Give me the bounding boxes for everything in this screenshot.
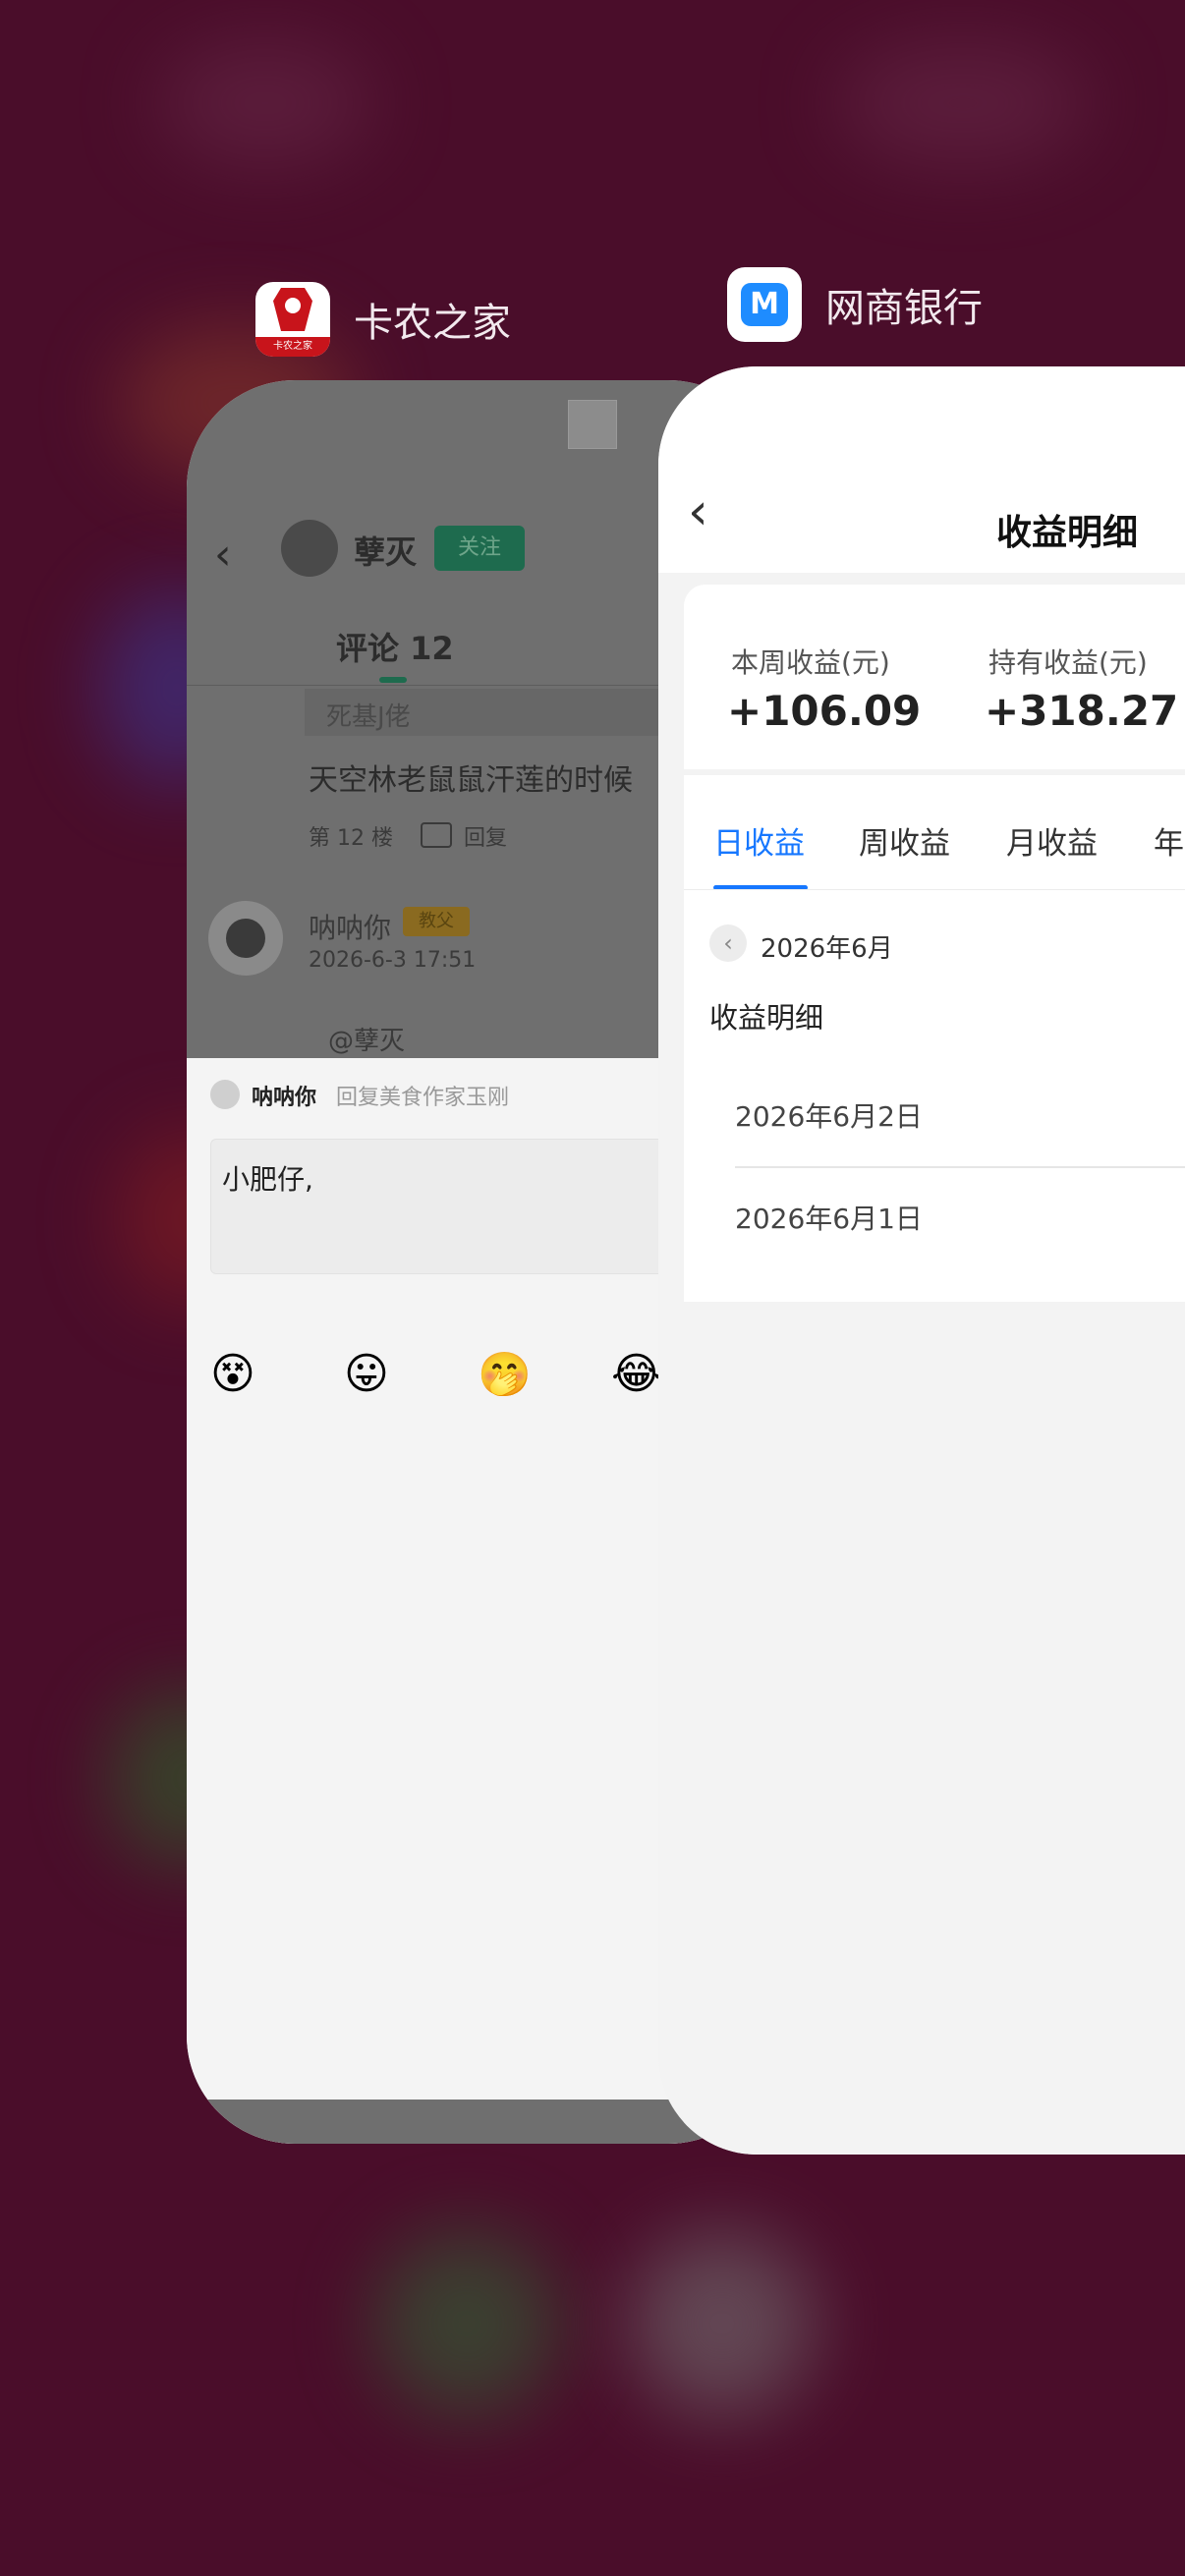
tab-yearly[interactable]: 年 <box>1154 818 1184 863</box>
app-header-kanong[interactable]: 卡农之家 卡农之家 <box>255 282 511 357</box>
reply-input-value: 小肥仔, <box>222 1163 313 1196</box>
empty-area <box>684 1302 1185 2155</box>
kanong-app-icon[interactable]: 卡农之家 <box>255 282 330 357</box>
page-title: 收益明细 <box>996 513 1139 553</box>
app-name: 卡农之家 <box>354 301 511 346</box>
rank-badge: 教父 <box>403 907 470 936</box>
emoji-dizzy[interactable]: 😵 <box>210 1349 255 1399</box>
close-icon[interactable] <box>568 400 617 449</box>
reply-icon[interactable] <box>421 822 452 848</box>
avatar-face <box>226 919 265 958</box>
divider <box>735 1166 1185 1168</box>
day-row[interactable]: 2026年6月2日 <box>735 1095 923 1135</box>
tab-indicator <box>379 677 407 683</box>
tab-weekly[interactable]: 周收益 <box>859 818 950 863</box>
mention: @孽灭 <box>328 1027 406 1056</box>
emoji-smirk[interactable]: 🤭 <box>478 1349 532 1400</box>
day-row[interactable]: 2026年6月1日 <box>735 1198 923 1237</box>
tab-monthly[interactable]: 月收益 <box>1006 818 1098 863</box>
holding-earnings-value: +318.27 <box>985 687 1179 735</box>
divider <box>684 889 1185 890</box>
reply-hint: 回复美食作家玉刚 <box>336 1086 510 1110</box>
mybank-app-card[interactable]: ‹ 收益明细 本周收益(元) +106.09 持有收益(元) +318.27 日… <box>658 366 1185 2155</box>
comment-text: 天空林老鼠鼠汗莲的时候 <box>309 763 633 798</box>
app-name: 网商银行 <box>825 286 983 331</box>
composer-user: 呐呐你 <box>252 1086 317 1110</box>
tab-comments[interactable]: 评论 12 <box>336 624 454 669</box>
tab-daily[interactable]: 日收益 <box>713 818 805 863</box>
app-icon-caption: 卡农之家 <box>255 337 330 357</box>
dock-icon-blur <box>373 2230 560 2417</box>
wallpaper-blur <box>157 39 373 167</box>
emoji-tongue[interactable]: 😛 <box>344 1349 389 1399</box>
holding-earnings-label: 持有收益(元) <box>988 646 1148 679</box>
week-earnings-value: +106.09 <box>727 687 922 735</box>
app-header-mybank[interactable]: M 网商银行 <box>727 267 983 342</box>
avatar[interactable] <box>281 520 338 577</box>
composer-avatar <box>210 1080 240 1109</box>
reply-button[interactable]: 回复 <box>464 820 507 852</box>
week-earnings-label: 本周收益(元) <box>731 646 890 679</box>
section-title: 收益明细 <box>709 1001 824 1035</box>
wallpaper-blur <box>835 39 1091 167</box>
back-icon[interactable]: ‹ <box>688 482 708 541</box>
emoji-laugh[interactable]: 😂 <box>611 1349 661 1399</box>
comment-time: 2026-6-3 17:51 <box>309 948 477 973</box>
follow-button[interactable]: 关注 <box>434 526 525 571</box>
author-name: 孽灭 <box>354 533 418 571</box>
dock-icon-blur <box>629 2230 816 2417</box>
quote-user: 死基J佬 <box>326 702 411 732</box>
month-label: 2026年6月 <box>761 934 893 964</box>
back-icon[interactable]: ‹ <box>214 530 232 580</box>
mybank-app-icon[interactable]: M <box>727 267 802 342</box>
commenter-name: 呐呐你 <box>309 912 392 944</box>
floor-label: 第 12 楼 <box>309 826 393 851</box>
prev-month-icon[interactable]: ‹ <box>709 924 747 962</box>
